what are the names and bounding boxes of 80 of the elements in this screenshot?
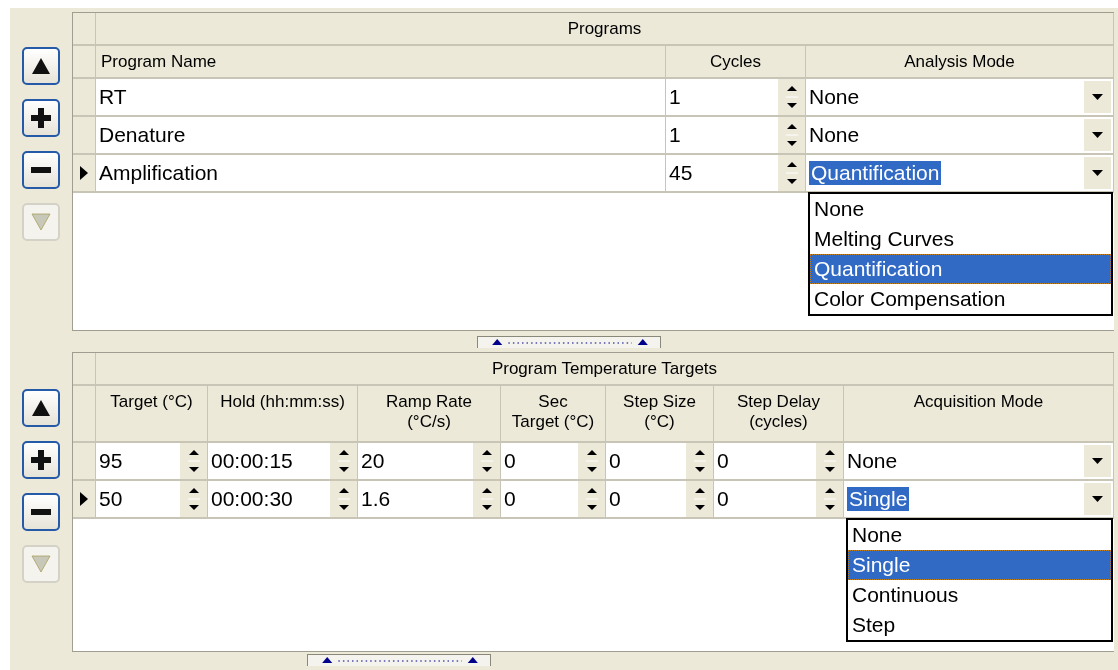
caret-icon: [1092, 94, 1103, 100]
minus-icon: [31, 167, 51, 173]
remove-button[interactable]: [22, 151, 60, 189]
triangle-up-icon: [31, 57, 51, 75]
minus-icon: [31, 509, 51, 515]
combo-value[interactable]: None: [806, 85, 860, 109]
splitter-handle[interactable]: [307, 654, 491, 666]
combo-value[interactable]: Quantification: [809, 161, 942, 185]
number-field[interactable]: 0: [714, 487, 816, 511]
dropdown-button[interactable]: [1083, 445, 1111, 477]
plus-icon: [31, 108, 51, 128]
splitter-handle[interactable]: [477, 335, 661, 348]
combo-value[interactable]: None: [806, 123, 860, 147]
spinner-control[interactable]: [473, 481, 500, 517]
dropdown-button[interactable]: [1083, 119, 1111, 151]
add-button[interactable]: [22, 99, 60, 137]
table-cell[interactable]: Denature: [96, 123, 186, 147]
dropdown-option[interactable]: None: [848, 520, 1111, 550]
number-field[interactable]: 0: [501, 487, 578, 511]
dropdown-option[interactable]: Color Compensation: [810, 284, 1111, 314]
number-field[interactable]: 0: [501, 449, 578, 473]
spinner-control[interactable]: [778, 79, 805, 115]
combo-value[interactable]: Single: [847, 487, 910, 511]
table-cell[interactable]: Amplification: [96, 161, 219, 185]
spinner-control[interactable]: [816, 443, 843, 479]
caret-icon: [1092, 458, 1103, 464]
number-field[interactable]: 20: [358, 449, 473, 473]
number-field[interactable]: 45: [666, 161, 778, 185]
number-field[interactable]: 1: [666, 85, 778, 109]
number-field[interactable]: 50: [96, 487, 180, 511]
dropdown-option[interactable]: None: [810, 194, 1111, 224]
row-header[interactable]: [73, 155, 96, 193]
number-field[interactable]: 00:00:30: [208, 487, 330, 511]
spinner-control[interactable]: [778, 155, 805, 191]
column-header[interactable]: Acquisition Mode: [913, 392, 1044, 413]
spinner-control[interactable]: [330, 481, 357, 517]
number-field[interactable]: 0: [606, 449, 686, 473]
triangle-down-icon: [31, 555, 51, 573]
number-field[interactable]: 1: [666, 123, 778, 147]
spinner-control[interactable]: [816, 481, 843, 517]
triangle-down-icon: [31, 213, 51, 231]
spinner-control[interactable]: [778, 117, 805, 153]
number-field[interactable]: 0: [606, 487, 686, 511]
table-title: Program Temperature Targets: [491, 358, 718, 379]
dropdown-option[interactable]: Melting Curves: [810, 224, 1111, 254]
column-header[interactable]: Program Name: [101, 52, 217, 73]
table-title: Programs: [567, 18, 642, 39]
combo-value[interactable]: None: [844, 449, 898, 473]
caret-icon: [1092, 170, 1103, 176]
dropdown-button[interactable]: [1083, 81, 1111, 113]
number-field[interactable]: 00:00:15: [208, 449, 330, 473]
dropdown-option[interactable]: Continuous: [848, 580, 1111, 610]
number-field[interactable]: 0: [714, 449, 816, 473]
dropdown-option[interactable]: Step: [848, 610, 1111, 640]
move-up-button[interactable]: [22, 389, 60, 427]
spinner-control[interactable]: [686, 443, 713, 479]
dropdown-button[interactable]: [1083, 483, 1111, 515]
spinner-control[interactable]: [330, 443, 357, 479]
number-field[interactable]: 95: [96, 449, 180, 473]
current-row-icon: [80, 492, 88, 506]
triangle-up-icon: [31, 399, 51, 417]
spinner-control[interactable]: [578, 481, 605, 517]
number-field[interactable]: 1.6: [358, 487, 473, 511]
move-up-button[interactable]: [22, 47, 60, 85]
spinner-control[interactable]: [686, 481, 713, 517]
remove-button[interactable]: [22, 493, 60, 531]
spinner-control[interactable]: [180, 443, 207, 479]
add-button[interactable]: [22, 441, 60, 479]
current-row-icon: [80, 166, 88, 180]
spinner-control[interactable]: [473, 443, 500, 479]
dropdown-option[interactable]: Quantification: [810, 254, 1111, 284]
spinner-control[interactable]: [578, 443, 605, 479]
table-cell[interactable]: RT: [96, 85, 127, 109]
caret-icon: [1092, 496, 1103, 502]
row-header[interactable]: [73, 481, 96, 519]
caret-icon: [1092, 132, 1103, 138]
dropdown-option[interactable]: Single: [848, 550, 1111, 580]
spinner-control[interactable]: [180, 481, 207, 517]
plus-icon: [31, 450, 51, 470]
dropdown-button[interactable]: [1083, 157, 1111, 189]
